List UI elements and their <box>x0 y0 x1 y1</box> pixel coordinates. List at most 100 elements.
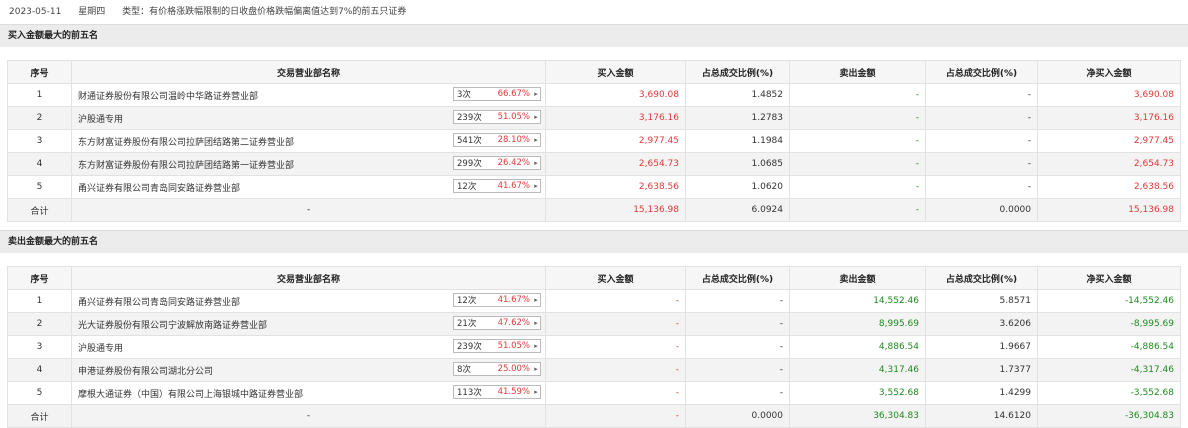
table-row: 2 光大证券股份有限公司宁波解放南路证券营业部 21次 47.62% ▸ - -8,995.… <box>7 312 1181 336</box>
win-rate: 47.62% <box>497 318 530 328</box>
row-seq: 2 <box>7 312 72 336</box>
win-rate: 26.42% <box>497 158 530 168</box>
table-row: 5 甬兴证券有限公司青岛同安路证券营业部 12次 41.67% ▸ 2,638.56 1.0… <box>7 175 1181 199</box>
row-sell-ratio: 5.8571 <box>925 289 1038 313</box>
win-rate: 51.05% <box>497 341 530 351</box>
total-sell: 36,304.83 <box>789 404 926 428</box>
row-buy-ratio: 1.4852 <box>685 83 790 107</box>
branch-name-link[interactable]: 东方财富证券股份有限公司拉萨团结路第二证券营业部 <box>78 138 294 148</box>
trade-count-badge[interactable]: 12次 41.67% ▸ <box>453 293 541 307</box>
row-sell-ratio: - <box>925 129 1038 153</box>
row-buy-ratio: - <box>685 312 790 336</box>
sell-table-header: 序号 交易营业部名称 买入金额 占总成交比例(%) 卖出金额 占总成交比例(%)… <box>7 266 1181 290</box>
table-row: 3 东方财富证券股份有限公司拉萨团结路第二证券营业部 541次 28.10% ▸ 2,97… <box>7 129 1181 153</box>
trade-count: 12次 <box>457 182 477 192</box>
branch-name-link[interactable]: 东方财富证券股份有限公司拉萨团结路第一证券营业部 <box>78 161 294 171</box>
report-weekday: 星期四 <box>78 7 106 17</box>
row-net: 3,176.16 <box>1037 106 1181 130</box>
row-buy-ratio: 1.0685 <box>685 152 790 176</box>
branch-name-link[interactable]: 财通证券股份有限公司温岭中华路证券营业部 <box>78 92 258 102</box>
trade-count-badge[interactable]: 113次 41.59% ▸ <box>453 385 541 399</box>
branch-name-link[interactable]: 沪股通专用 <box>78 115 123 125</box>
row-sell: - <box>789 106 926 130</box>
total-label: 合计 <box>7 404 72 428</box>
row-buy-ratio: - <box>685 358 790 382</box>
row-sell-ratio: - <box>925 152 1038 176</box>
row-net: 2,638.56 <box>1037 175 1181 199</box>
buy-table-body: 1 财通证券股份有限公司温岭中华路证券营业部 3次 66.67% ▸ 3,690.08 1.… <box>7 83 1181 222</box>
col-net: 净买入金额 <box>1037 60 1181 84</box>
win-rate: 41.59% <box>497 387 530 397</box>
row-sell: 4,317.46 <box>789 358 926 382</box>
row-buy: 2,654.73 <box>545 152 686 176</box>
row-sell-ratio: 1.4299 <box>925 381 1038 405</box>
trade-count-badge[interactable]: 541次 28.10% ▸ <box>453 133 541 147</box>
chevron-right-icon: ▸ <box>534 113 538 121</box>
row-buy-ratio: - <box>685 381 790 405</box>
table-row: 1 财通证券股份有限公司温岭中华路证券营业部 3次 66.67% ▸ 3,690.08 1.… <box>7 83 1181 107</box>
row-buy: 2,638.56 <box>545 175 686 199</box>
branch-name-link[interactable]: 甬兴证券有限公司青岛同安路证券营业部 <box>78 298 240 308</box>
total-row: 合计 -15,136.98 6.0924-0.0000 15,136.98 <box>7 198 1181 222</box>
trade-count-badge[interactable]: 299次 26.42% ▸ <box>453 156 541 170</box>
row-seq: 5 <box>7 381 72 405</box>
trade-count-badge[interactable]: 21次 47.62% ▸ <box>453 316 541 330</box>
total-buy-ratio: 6.0924 <box>685 198 790 222</box>
trade-count: 299次 <box>457 159 482 169</box>
row-branch-cell: 东方财富证券股份有限公司拉萨团结路第一证券营业部 299次 26.42% ▸ <box>71 152 546 176</box>
table-row: 3 沪股通专用 239次 51.05% ▸ - -4,886.54 1.9667 -4,886.… <box>7 335 1181 359</box>
total-net: -36,304.83 <box>1037 404 1181 428</box>
chevron-right-icon: ▸ <box>534 342 538 350</box>
branch-name-link[interactable]: 摩根大通证券（中国）有限公司上海银城中路证券营业部 <box>78 390 303 400</box>
win-rate: 66.67% <box>497 89 530 99</box>
trade-count-badge[interactable]: 3次 66.67% ▸ <box>453 87 541 101</box>
table-row: 4 申港证券股份有限公司湖北分公司 8次 25.00% ▸ - -4,317.46 1.737… <box>7 358 1181 382</box>
branch-name-link[interactable]: 光大证券股份有限公司宁波解放南路证券营业部 <box>78 321 267 331</box>
sell-section-title: 卖出金额最大的前五名 <box>0 230 1188 253</box>
total-sell: - <box>789 198 926 222</box>
col-buy: 买入金额 <box>545 266 686 290</box>
total-sell-ratio: 0.0000 <box>925 198 1038 222</box>
chevron-right-icon: ▸ <box>534 90 538 98</box>
sell-table-body: 1 甬兴证券有限公司青岛同安路证券营业部 12次 41.67% ▸ - -14,552.46… <box>7 289 1181 428</box>
col-sell-ratio: 占总成交比例(%) <box>925 60 1038 84</box>
col-name: 交易营业部名称 <box>71 266 546 290</box>
chevron-right-icon: ▸ <box>534 182 538 190</box>
chevron-right-icon: ▸ <box>534 319 538 327</box>
row-sell: - <box>789 175 926 199</box>
trade-count-badge[interactable]: 239次 51.05% ▸ <box>453 339 541 353</box>
trade-count-badge[interactable]: 239次 51.05% ▸ <box>453 110 541 124</box>
buy-section-title: 买入金额最大的前五名 <box>0 24 1188 47</box>
row-buy-ratio: 1.0620 <box>685 175 790 199</box>
branch-name-link[interactable]: 沪股通专用 <box>78 344 123 354</box>
row-seq: 1 <box>7 83 72 107</box>
col-buy: 买入金额 <box>545 60 686 84</box>
win-rate: 51.05% <box>497 112 530 122</box>
row-sell: 8,995.69 <box>789 312 926 336</box>
chevron-right-icon: ▸ <box>534 159 538 167</box>
row-branch-cell: 沪股通专用 239次 51.05% ▸ <box>71 106 546 130</box>
chevron-right-icon: ▸ <box>534 388 538 396</box>
total-sell-ratio: 14.6120 <box>925 404 1038 428</box>
row-buy: - <box>545 289 686 313</box>
total-buy-ratio: 0.0000 <box>685 404 790 428</box>
col-buy-ratio: 占总成交比例(%) <box>685 60 790 84</box>
row-buy: - <box>545 381 686 405</box>
row-branch-cell: 摩根大通证券（中国）有限公司上海银城中路证券营业部 113次 41.59% ▸ <box>71 381 546 405</box>
trade-count: 113次 <box>457 388 482 398</box>
row-sell: - <box>789 152 926 176</box>
row-buy: 3,690.08 <box>545 83 686 107</box>
table-row: 2 沪股通专用 239次 51.05% ▸ 3,176.16 1.2783- -3,176.1… <box>7 106 1181 130</box>
col-net: 净买入金额 <box>1037 266 1181 290</box>
row-net: 3,690.08 <box>1037 83 1181 107</box>
row-buy-ratio: - <box>685 289 790 313</box>
total-name: - <box>71 404 546 428</box>
branch-name-link[interactable]: 甬兴证券有限公司青岛同安路证券营业部 <box>78 184 240 194</box>
row-seq: 3 <box>7 335 72 359</box>
win-rate: 41.67% <box>497 295 530 305</box>
row-branch-cell: 申港证券股份有限公司湖北分公司 8次 25.00% ▸ <box>71 358 546 382</box>
branch-name-link[interactable]: 申港证券股份有限公司湖北分公司 <box>78 367 213 377</box>
row-buy: - <box>545 312 686 336</box>
trade-count-badge[interactable]: 8次 25.00% ▸ <box>453 362 541 376</box>
trade-count-badge[interactable]: 12次 41.67% ▸ <box>453 179 541 193</box>
